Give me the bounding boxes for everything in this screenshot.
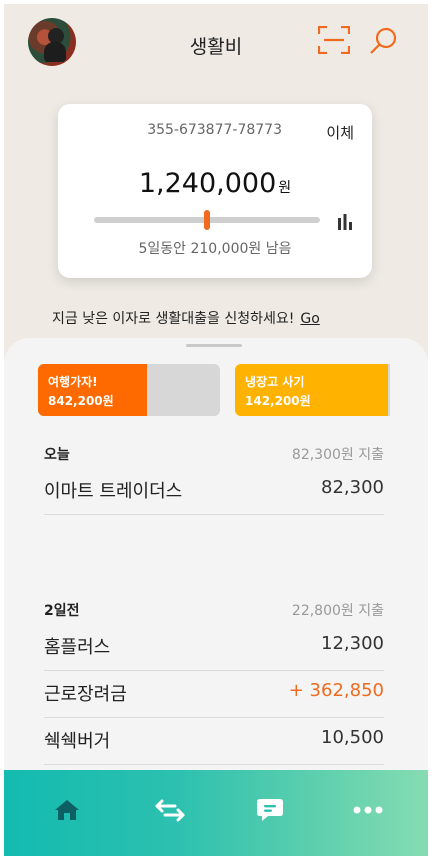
page-title: 생활비	[189, 36, 243, 58]
more-icon	[353, 806, 383, 814]
day-label: 2일전	[44, 603, 80, 619]
day-header: 오늘 82,300원 지출	[44, 438, 384, 468]
balance-card: 355-673877-78773 이체 1,240,000 원 5일동안 210,…	[58, 104, 372, 278]
search-icon[interactable]	[368, 26, 398, 56]
home-icon	[55, 800, 79, 820]
transaction-row[interactable]: 쉑쉑버거 10,500	[44, 718, 384, 765]
balance-amount: 1,240,000 원	[58, 168, 372, 199]
transaction-amount: 10,500	[321, 727, 384, 748]
transaction-row[interactable]: 홈플러스 12,300	[44, 624, 384, 671]
goal-name: 여행가자!	[48, 375, 98, 389]
day-total: 22,800원 지출	[291, 603, 384, 619]
savings-goals: 여행가자! 842,200원 냉장고 사기 142,200원	[38, 364, 390, 418]
account-number: 355-673877-78773	[147, 122, 282, 138]
transaction-name: 근로장려금	[44, 684, 127, 705]
transfer-button[interactable]: 이체	[326, 122, 354, 143]
day-group-2days-ago: 2일전 22,800원 지출 홈플러스 12,300 근로장려금 + 362,8…	[44, 594, 384, 765]
tab-transfer[interactable]	[152, 792, 188, 828]
header: 생활비	[4, 4, 428, 82]
transaction-name: 홈플러스	[44, 637, 111, 658]
day-header: 2일전 22,800원 지출	[44, 594, 384, 624]
transfer-arrows-icon	[155, 799, 185, 822]
transaction-row[interactable]: 이마트 트레이더스 82,300	[44, 468, 384, 515]
drag-handle[interactable]	[186, 344, 242, 347]
goal-amount: 142,200원	[245, 394, 311, 408]
chat-icon	[257, 799, 283, 821]
scan-icon[interactable]	[318, 26, 350, 54]
transaction-name: 쉑쉑버거	[44, 731, 111, 752]
transaction-amount: 12,300	[321, 633, 384, 654]
goal-amount: 842,200원	[48, 394, 114, 408]
loan-go-link[interactable]: Go	[300, 311, 319, 327]
transaction-amount: 82,300	[321, 477, 384, 498]
transaction-name: 이마트 트레이더스	[44, 481, 183, 502]
remaining-text: 5일동안 210,000원 남음	[138, 241, 292, 257]
day-group-today: 오늘 82,300원 지출 이마트 트레이더스 82,300	[44, 438, 384, 515]
goal-card-travel[interactable]: 여행가자! 842,200원	[38, 364, 220, 416]
goal-name: 냉장고 사기	[245, 375, 305, 389]
bottom-tab-bar	[4, 770, 428, 856]
budget-slider-thumb[interactable]	[204, 210, 210, 230]
goal-card-fridge[interactable]: 냉장고 사기 142,200원	[235, 364, 390, 416]
balance-unit: 원	[278, 180, 292, 196]
transactions-sheet: 여행가자! 842,200원 냉장고 사기 142,200원 오늘 82,300…	[4, 338, 428, 778]
bar-chart-icon[interactable]	[336, 212, 354, 230]
tab-home[interactable]	[49, 792, 85, 828]
app-screen: 생활비 355-673877-78773 이체 1,240,000 원 5일동안…	[4, 4, 428, 856]
loan-banner[interactable]: 지금 낮은 이자로 생활대출을 신청하세요! Go	[52, 308, 320, 328]
balance-value: 1,240,000	[138, 168, 277, 199]
budget-slider[interactable]	[94, 210, 320, 230]
day-label: 오늘	[44, 447, 70, 463]
day-total: 82,300원 지출	[291, 447, 384, 463]
tab-chat[interactable]	[252, 792, 288, 828]
transaction-amount-income: + 362,850	[288, 680, 384, 701]
transaction-row[interactable]: 근로장려금 + 362,850	[44, 671, 384, 718]
loan-text: 지금 낮은 이자로 생활대출을 신청하세요!	[52, 311, 295, 327]
tab-more[interactable]	[350, 792, 386, 828]
